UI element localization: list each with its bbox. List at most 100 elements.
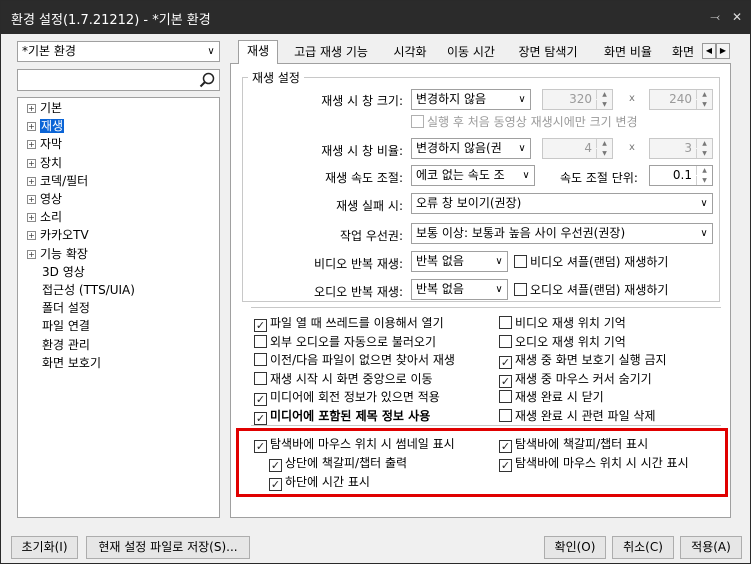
speed-select[interactable]: 에코 없는 속도 조 ∨ — [411, 165, 535, 186]
thumb-bottom-time-checkbox[interactable]: ✓ 하단에 시간 표시 — [269, 475, 370, 491]
ratio-width-spinner: 4 ▲ ▼ — [542, 138, 613, 159]
speed-unit-value: 0.1 — [672, 168, 692, 182]
thumb-top-bookmark-checkbox[interactable]: ✓ 상단에 책갈피/챕터 출력 — [269, 456, 407, 472]
tab-scroll-right-icon[interactable]: ▶ — [716, 43, 730, 59]
spin-up-icon: ▲ — [696, 139, 712, 148]
option-checkbox[interactable]: 재생 시작 시 화면 중앙으로 이동 — [254, 371, 433, 386]
option-label: 파일 열 때 쓰레드를 이용해서 열기 — [270, 316, 444, 330]
tab-item[interactable]: 재생 — [238, 40, 278, 64]
tree-item[interactable]: + 카카오TV — [27, 227, 89, 243]
expand-icon[interactable]: + — [27, 122, 36, 132]
tab-item[interactable]: 시각화 — [384, 42, 436, 64]
spin-down-icon[interactable]: ▼ — [696, 176, 712, 185]
tree-item[interactable]: + 재생 — [27, 118, 65, 134]
profile-select[interactable]: *기본 환경 ∨ — [17, 41, 220, 62]
reset-button[interactable]: 초기화(I) — [11, 536, 78, 559]
video-repeat-select[interactable]: 반복 없음 ∨ — [411, 251, 508, 272]
spin-up-icon[interactable]: ▲ — [696, 166, 712, 175]
option-checkbox[interactable]: 외부 오디오를 자동으로 불러오기 — [254, 334, 437, 349]
checkbox-box — [499, 390, 512, 404]
seekbar-time-checkbox[interactable]: ✓ 탐색바에 마우스 위치 시 시간 표시 — [499, 456, 689, 472]
option-checkbox[interactable]: 오디오 재생 위치 기억 — [499, 334, 626, 349]
expand-icon[interactable]: + — [27, 104, 36, 113]
tree-item[interactable]: + 코덱/필터 — [27, 173, 88, 189]
search-icon[interactable] — [198, 71, 216, 89]
close-icon[interactable]: ✕ — [729, 9, 745, 25]
expand-icon[interactable]: + — [27, 140, 36, 150]
checkbox-box — [254, 353, 267, 367]
audio-shuffle-label: 오디오 셔플(랜덤) 재생하기 — [530, 283, 669, 297]
option-label: 외부 오디오를 자동으로 불러오기 — [270, 334, 437, 349]
tree-item[interactable]: 폴더 설정 — [42, 300, 90, 316]
option-checkbox[interactable]: ✓ 재생 중 마우스 커서 숨기기 — [499, 372, 652, 388]
tree-item[interactable]: + 기능 확장 — [27, 246, 88, 262]
option-checkbox[interactable]: ✓ 미디어에 회전 정보가 있으면 적용 — [254, 390, 440, 407]
speed-label: 재생 속도 조절: — [325, 171, 403, 185]
tree-item-label: 접근성 (TTS/UIA) — [42, 283, 135, 297]
checkbox-box — [254, 334, 267, 348]
cancel-button[interactable]: 취소(C) — [612, 536, 674, 559]
tree-item[interactable]: + 영상 — [27, 191, 62, 207]
video-shuffle-checkbox[interactable]: 비디오 셔플(랜덤) 재생하기 — [514, 255, 668, 269]
priority-label: 작업 우선권: — [339, 229, 403, 243]
tree-item[interactable]: 환경 관리 — [42, 337, 90, 353]
expand-icon[interactable]: + — [27, 249, 36, 259]
option-checkbox[interactable]: ✓ 파일 열 때 쓰레드를 이용해서 열기 — [254, 316, 444, 332]
seekbar-bookmark-checkbox[interactable]: ✓ 탐색바에 책갈피/챕터 표시 — [499, 437, 648, 453]
ok-button[interactable]: 확인(O) — [544, 536, 606, 559]
chevron-down-icon: ∨ — [491, 252, 507, 271]
tree-item[interactable]: + 장치 — [27, 155, 62, 171]
save-as-button[interactable]: 현재 설정 파일로 저장(S)... — [86, 536, 250, 559]
tree-item[interactable]: 접근성 (TTS/UIA) — [42, 282, 135, 298]
tab-item[interactable]: 화면 비율 — [593, 42, 663, 64]
tab-item[interactable]: 장면 탐색기 — [508, 42, 588, 64]
option-checkbox[interactable]: ✓ 미디어에 포함된 제목 정보 사용 — [254, 409, 430, 425]
priority-select[interactable]: 보통 이상: 보통과 높음 사이 우선권(권장) ∨ — [411, 223, 713, 244]
tree-item-label: 재생 — [40, 119, 65, 134]
window-size-select[interactable]: 변경하지 않음 ∨ — [411, 89, 531, 110]
expand-icon[interactable]: + — [27, 158, 36, 168]
option-checkbox[interactable]: 비디오 재생 위치 기억 — [499, 316, 626, 330]
fail-select[interactable]: 오류 창 보이기(권장) ∨ — [411, 193, 713, 214]
apply-button[interactable]: 적용(A) — [680, 536, 742, 559]
expand-icon[interactable]: + — [27, 213, 36, 223]
tree-item[interactable]: 3D 영상 — [42, 264, 85, 280]
ratio-value: 변경하지 않음(권 — [416, 141, 502, 155]
expand-icon[interactable]: + — [27, 195, 36, 204]
tree-item-label: 파일 연결 — [42, 319, 90, 334]
option-checkbox[interactable]: 재생 완료 시 닫기 — [499, 390, 604, 404]
group-title: 재생 설정 — [248, 69, 304, 86]
tab-item[interactable]: 이동 시간 — [439, 42, 503, 64]
seekbar-thumbnail-checkbox[interactable]: ✓ 탐색바에 마우스 위치 시 썸네일 표시 — [254, 437, 455, 453]
tree-item[interactable]: + 자막 — [27, 136, 62, 152]
ratio-select[interactable]: 변경하지 않음(권 ∨ — [411, 138, 531, 159]
spin-down-icon: ▼ — [696, 149, 712, 158]
tree-item-label: 기본 — [40, 101, 63, 115]
expand-icon[interactable]: + — [27, 231, 36, 241]
search-input[interactable] — [20, 71, 196, 89]
expand-icon[interactable]: + — [27, 176, 36, 186]
option-checkbox[interactable]: ✓ 재생 중 화면 보호기 실행 금지 — [499, 353, 667, 370]
spin-up-icon: ▲ — [696, 90, 712, 99]
audio-shuffle-checkbox[interactable]: 오디오 셔플(랜덤) 재생하기 — [514, 283, 668, 297]
ratio-height-spinner: 3 ▲ ▼ — [649, 138, 713, 159]
tree-item-label: 폴더 설정 — [42, 301, 90, 316]
spin-up-icon: ▲ — [596, 90, 612, 99]
first-only-label: 실행 후 처음 동영상 재생시에만 크기 변경 — [427, 115, 638, 129]
pin-icon[interactable]: ⤙ — [707, 9, 723, 25]
tab-item[interactable]: 고급 재생 기능 — [283, 42, 379, 64]
chevron-down-icon: ∨ — [514, 90, 530, 109]
audio-repeat-select[interactable]: 반복 없음 ∨ — [411, 279, 508, 300]
tree-item[interactable]: + 소리 — [27, 209, 62, 225]
tab-scroll-left-icon[interactable]: ◀ — [702, 43, 716, 59]
tree-item[interactable]: 파일 연결 — [42, 318, 90, 334]
first-only-checkbox: 실행 후 처음 동영상 재생시에만 크기 변경 — [411, 115, 638, 129]
option-checkbox[interactable]: 이전/다음 파일이 없으면 찾아서 재생 — [254, 353, 455, 367]
speed-unit-spinner[interactable]: 0.1 ▲ ▼ — [649, 165, 713, 186]
tree-item[interactable]: 화면 보호기 — [42, 355, 101, 371]
times-sign: x — [629, 142, 635, 153]
option-checkbox[interactable]: 재생 완료 시 관련 파일 삭제 — [499, 409, 656, 423]
tab-item[interactable]: 화면 — [666, 42, 702, 64]
checkbox-box — [499, 316, 512, 329]
tree-item[interactable]: + 기본 — [27, 100, 62, 116]
